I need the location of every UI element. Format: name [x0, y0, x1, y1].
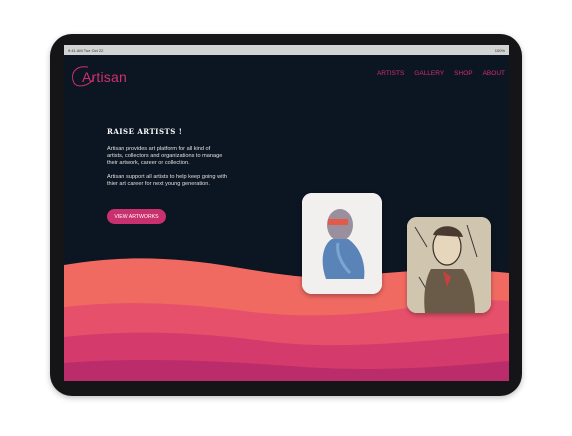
- portrait-painting-icon: [407, 217, 491, 313]
- wave-background: [64, 258, 509, 381]
- artwork-card-1[interactable]: [302, 193, 382, 294]
- portrait-painting-icon: [302, 193, 382, 294]
- artwork-card-2[interactable]: [407, 217, 491, 313]
- app-screen: 9:41 AM Tue Oct 22 100% Artisan ARTISTS …: [64, 45, 509, 381]
